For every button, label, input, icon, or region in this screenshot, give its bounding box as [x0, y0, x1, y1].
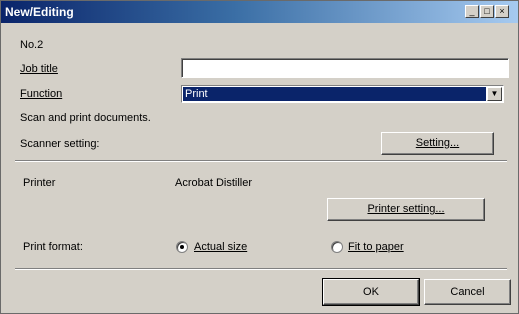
printer-value: Acrobat Distiller	[175, 177, 253, 189]
separator-top	[15, 160, 507, 162]
close-button[interactable]: ×	[495, 5, 509, 18]
job-number: No.2	[20, 39, 44, 51]
ok-button-label: OK	[363, 286, 379, 298]
job-title-input[interactable]	[181, 58, 509, 78]
cancel-button-label: Cancel	[450, 286, 485, 298]
cancel-button[interactable]: Cancel	[424, 279, 511, 305]
radio-fit-to-paper[interactable]	[331, 241, 343, 253]
title-bar[interactable]: New/Editing _ □ ×	[1, 1, 518, 23]
radio-selected-dot	[180, 245, 184, 249]
radio-fit-to-paper-label[interactable]: Fit to paper	[348, 241, 404, 253]
scanner-setting-label: Scanner setting:	[20, 138, 100, 150]
dialog-window: New/Editing _ □ × No.2 Job title Functio…	[0, 0, 519, 314]
radio-actual-size-label[interactable]: Actual size	[194, 241, 247, 253]
function-selected-value: Print	[183, 87, 486, 101]
function-description: Scan and print documents.	[20, 112, 151, 124]
printer-setting-button-label: Printer setting...	[367, 203, 445, 215]
function-select[interactable]: Print ▼	[181, 85, 504, 103]
scanner-setting-button-label: Setting...	[415, 137, 460, 149]
printer-setting-button[interactable]: Printer setting...	[327, 198, 485, 221]
maximize-button[interactable]: □	[480, 5, 494, 18]
printer-label: Printer	[23, 177, 56, 189]
dropdown-arrow-icon[interactable]: ▼	[487, 87, 502, 101]
minimize-button[interactable]: _	[465, 5, 479, 18]
ok-button[interactable]: OK	[322, 278, 420, 306]
scanner-setting-button[interactable]: Setting...	[381, 132, 494, 155]
function-label: Function	[20, 88, 63, 100]
window-title: New/Editing	[5, 5, 74, 19]
separator-bottom	[15, 268, 507, 270]
job-title-label: Job title	[20, 63, 58, 75]
print-format-label: Print format:	[23, 241, 83, 253]
radio-actual-size[interactable]	[176, 241, 188, 253]
